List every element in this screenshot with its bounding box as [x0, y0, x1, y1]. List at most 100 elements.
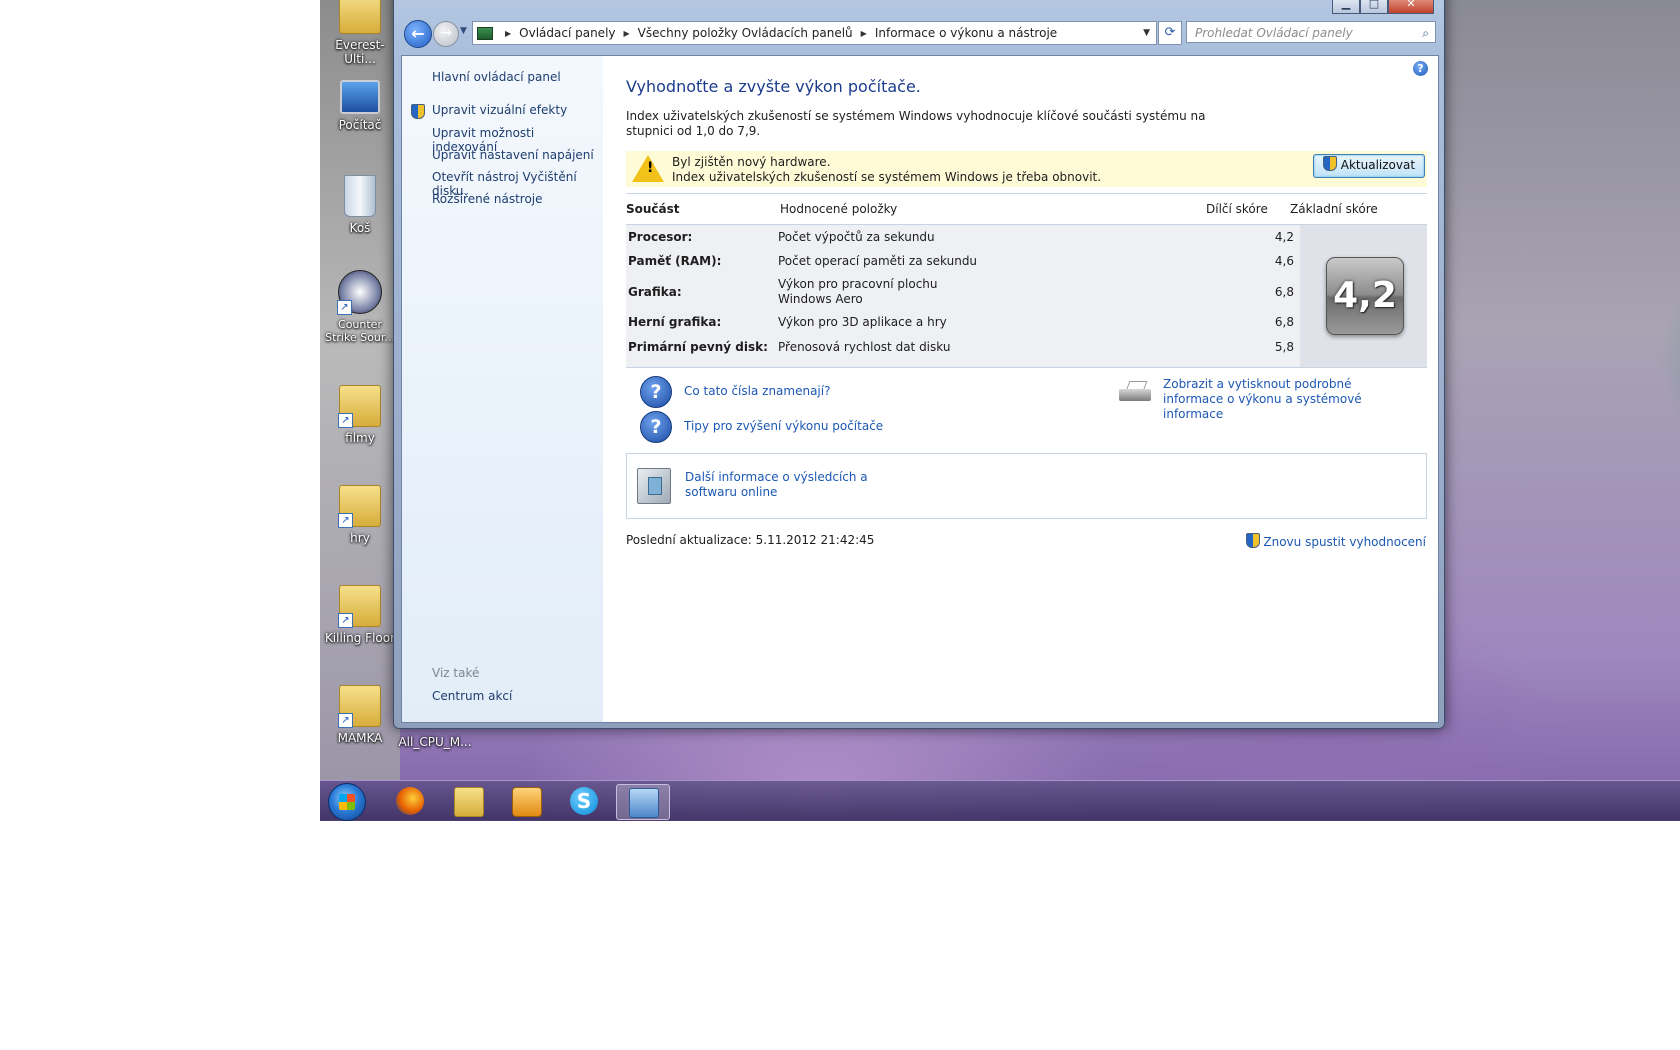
desktop-icon-recycle-bin[interactable]: Koš [322, 175, 398, 235]
recent-pages-dropdown[interactable]: ▼ [460, 26, 467, 36]
component-desc: Výkon pro pracovní plochu Windows Aero [778, 277, 938, 306]
breadcrumb-item[interactable]: Všechny položky Ovládacích panelů [638, 26, 853, 40]
back-button[interactable]: ← [404, 20, 432, 48]
navigation-bar: ← → ▼ ▶ Ovládací panely ▶ Všechny položk… [400, 18, 1438, 48]
component-desc: Počet výpočtů za sekundu [778, 230, 935, 244]
help-question-icon: ? [640, 376, 672, 408]
table-bottom-divider [626, 367, 1427, 368]
breadcrumb-item[interactable]: Ovládací panely [519, 26, 615, 40]
component-score: 6,8 [1274, 315, 1294, 329]
taskbar-explorer[interactable] [442, 784, 494, 818]
search-input[interactable]: Prohledat Ovládací panely ⌕ [1186, 21, 1436, 43]
forward-button[interactable]: → [433, 21, 459, 47]
desktop-icon-label: hry [350, 531, 370, 545]
window-content: Hlavní ovládací panel Upravit vizuální e… [401, 55, 1439, 723]
sidebar-link-advanced-tools[interactable]: Rozšířené nástroje [432, 192, 543, 206]
recycle-bin-icon [344, 175, 376, 217]
desktop-icon-label: Counter Strike Sour... [325, 318, 395, 344]
component-score: 4,2 [1274, 230, 1294, 244]
search-icon[interactable]: ⌕ [1422, 22, 1429, 44]
rerun-assessment-link[interactable]: Znovu spustit vyhodnocení [1245, 533, 1426, 549]
intro-text: Index uživatelských zkušeností se systém… [626, 109, 1206, 138]
close-button[interactable]: ✕ [1388, 0, 1434, 14]
online-info-link[interactable]: Další informace o výsledcích a softwaru … [685, 470, 895, 500]
folder-icon [454, 787, 484, 817]
firefox-icon [396, 787, 424, 815]
address-bar[interactable]: ▶ Ovládací panely ▶ Všechny položky Ovlá… [472, 21, 1157, 45]
shortcut-arrow-icon: ↗ [338, 713, 353, 728]
desktop-icon-killing-floor[interactable]: ↗ Killing Floor [322, 585, 398, 645]
component-score: 4,6 [1274, 254, 1294, 268]
header-base-score: Základní skóre [1290, 202, 1378, 216]
minimize-button[interactable]: ▁ [1332, 0, 1360, 14]
counter-strike-icon: ↗ [337, 270, 382, 315]
printer-icon [1119, 381, 1151, 403]
sidebar-link-visual-effects[interactable]: Upravit vizuální efekty [432, 103, 567, 117]
warning-line-1: Byl zjištěn nový hardware. [672, 155, 831, 169]
desktop-icon-hry[interactable]: ↗ hry [322, 485, 398, 545]
folder-icon [339, 0, 381, 34]
component-desc: Výkon pro 3D aplikace a hry [778, 315, 947, 329]
shortcut-arrow-icon: ↗ [337, 300, 352, 315]
update-button[interactable]: Aktualizovat [1313, 154, 1425, 178]
taskbar-skype[interactable]: S [558, 784, 610, 818]
component-name: Procesor: [628, 230, 693, 244]
sidebar-link-action-center[interactable]: Centrum akcí [432, 689, 512, 703]
online-info-box: Další informace o výsledcích a softwaru … [626, 453, 1427, 519]
start-button[interactable] [328, 783, 366, 821]
desktop-icon-label: All_CPU_M... [398, 735, 472, 749]
desktop-icon-mamka[interactable]: ↗ MAMKA [322, 685, 398, 745]
update-button-label: Aktualizovat [1340, 158, 1416, 172]
refresh-button[interactable]: ⟳ [1158, 21, 1182, 45]
desktop-icon-all-cpu[interactable]: All_CPU_M... [390, 735, 480, 749]
desktop-icon-label: Koš [349, 221, 371, 235]
new-hardware-warning: ! Byl zjištěn nový hardware. Index uživa… [626, 151, 1427, 187]
component-name: Grafika: [628, 285, 682, 299]
sidebar-link-power[interactable]: Upravit nastavení napájení [432, 148, 594, 162]
header-rated-items: Hodnocené položky [780, 202, 898, 216]
shortcut-arrow-icon: ↗ [338, 613, 353, 628]
breadcrumb-item[interactable]: Informace o výkonu a nástroje [875, 26, 1057, 40]
base-score-badge: 4,2 [1326, 257, 1404, 335]
desktop-icon-counter-strike[interactable]: ↗ Counter Strike Sour... [322, 270, 398, 344]
taskbar-firefox[interactable] [384, 784, 436, 818]
component-name: Primární pevný disk: [628, 340, 768, 354]
table-header: Součást Hodnocené položky Dílčí skóre Zá… [626, 193, 1427, 225]
address-dropdown-icon[interactable]: ▼ [1143, 28, 1150, 38]
breadcrumb-separator-icon[interactable]: ▶ [624, 29, 630, 38]
what-numbers-mean-link[interactable]: Co tato čísla znamenají? [684, 384, 830, 399]
control-panel-icon [477, 26, 493, 40]
taskbar: S [320, 780, 1680, 821]
folder-icon: ↗ [338, 485, 381, 528]
maximize-button[interactable]: □ [1360, 0, 1388, 14]
header-subscore: Dílčí skóre [1206, 202, 1268, 216]
desktop-icon-computer[interactable]: Počítač [322, 80, 398, 132]
performance-tips-link[interactable]: Tipy pro zvýšení výkonu počítače [684, 419, 883, 434]
taskbar-media-player[interactable] [500, 784, 552, 818]
table-row: Grafika: Výkon pro pracovní plochu Windo… [626, 277, 1296, 309]
component-desc: Počet operací paměti za sekundu [778, 254, 978, 268]
media-player-icon [512, 787, 542, 817]
breadcrumb-separator-icon[interactable]: ▶ [505, 29, 511, 38]
sidebar-link-home[interactable]: Hlavní ovládací panel [432, 70, 561, 84]
uac-shield-icon [1245, 533, 1260, 548]
component-name: Paměť (RAM): [628, 254, 722, 268]
desktop-icon-label: Killing Floor [324, 631, 396, 645]
page-title: Vyhodnoťte a zvyšte výkon počítače. [626, 77, 921, 96]
help-question-icon: ? [640, 411, 672, 443]
desktop-icon-label: Everest-Ulti... [335, 38, 385, 66]
breadcrumb-separator-icon[interactable]: ▶ [861, 29, 867, 38]
taskbar-control-panel[interactable] [616, 784, 670, 820]
desktop-icon-everest[interactable]: Everest-Ulti... [322, 0, 398, 66]
component-score: 5,8 [1274, 340, 1294, 354]
caption-buttons: ▁ □ ✕ [1332, 0, 1434, 14]
desktop-icon-filmy[interactable]: ↗ filmy [322, 385, 398, 445]
printer-body [1119, 389, 1151, 401]
main-content: ? Vyhodnoťte a zvyšte výkon počítače. In… [623, 56, 1428, 722]
print-details-link[interactable]: Zobrazit a vytisknout podrobné informace… [1163, 377, 1383, 422]
see-also-heading: Viz také [432, 666, 480, 680]
shortcut-arrow-icon: ↗ [338, 413, 353, 428]
software-info-icon [637, 468, 671, 504]
warning-icon-mark: ! [647, 160, 654, 176]
help-icon[interactable]: ? [1413, 61, 1428, 76]
